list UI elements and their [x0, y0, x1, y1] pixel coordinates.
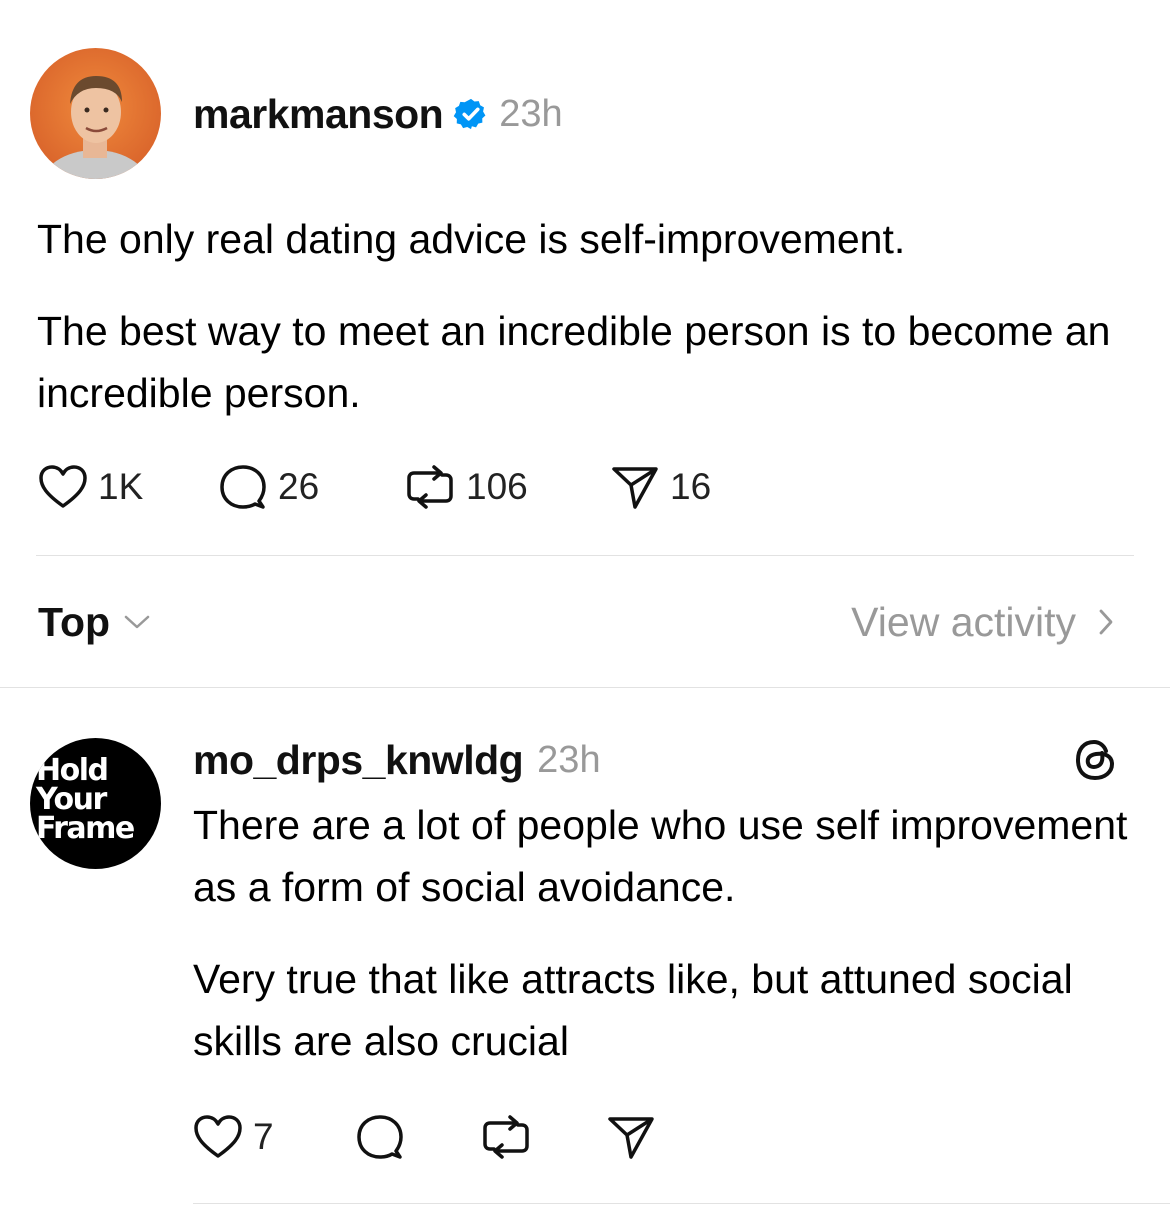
- divider: [193, 1203, 1170, 1204]
- verified-badge-icon: [453, 96, 489, 132]
- comment-button[interactable]: 26: [218, 463, 319, 511]
- sort-dropdown[interactable]: Top: [38, 596, 152, 648]
- post-body: The only real dating advice is self-impr…: [37, 208, 1137, 424]
- chevron-right-icon: [1098, 608, 1114, 636]
- reply-like-button[interactable]: 7: [193, 1113, 274, 1161]
- post-paragraph: The only real dating advice is self-impr…: [37, 216, 906, 262]
- send-icon: [608, 1117, 654, 1159]
- heart-icon: [193, 1114, 243, 1160]
- like-count: 1K: [98, 466, 144, 507]
- reply-paragraph: Very true that like attracts like, but a…: [193, 956, 1073, 1064]
- share-count: 16: [670, 466, 712, 507]
- reply-author-avatar[interactable]: Hold Your Frame: [30, 738, 161, 869]
- chevron-down-icon: [122, 612, 152, 632]
- post-username[interactable]: markmanson: [193, 91, 444, 138]
- comment-count: 26: [278, 466, 320, 507]
- post-paragraph: The best way to meet an incredible perso…: [37, 308, 1111, 416]
- sort-label: Top: [38, 598, 111, 645]
- reply-repost-button[interactable]: [480, 1113, 532, 1161]
- reply-time: 23h: [537, 738, 601, 781]
- reply-body: There are a lot of people who use self i…: [193, 794, 1133, 1072]
- avatar-text-line: Hold: [36, 753, 109, 788]
- section-divider: [0, 687, 1170, 688]
- view-activity-label: View activity: [851, 598, 1076, 645]
- avatar-text-line: Your: [36, 782, 107, 817]
- share-button[interactable]: 16: [610, 463, 711, 511]
- repost-button[interactable]: 106: [404, 463, 528, 511]
- post-time: 23h: [499, 92, 563, 135]
- divider: [36, 555, 1134, 556]
- repost-icon: [483, 1115, 529, 1159]
- avatar-text-line: Frame: [36, 811, 135, 846]
- repost-count: 106: [466, 466, 528, 507]
- reply-paragraph: There are a lot of people who use self i…: [193, 802, 1128, 910]
- view-activity-link[interactable]: View activity: [851, 596, 1114, 648]
- comment-icon: [218, 463, 268, 511]
- comment-icon: [357, 1115, 403, 1159]
- repost-icon: [404, 463, 456, 511]
- send-icon: [610, 463, 660, 511]
- post-author-avatar[interactable]: [30, 48, 161, 179]
- like-button[interactable]: 1K: [38, 463, 143, 511]
- reply-username[interactable]: mo_drps_knwldg: [193, 737, 524, 784]
- reply-like-count: 7: [253, 1116, 274, 1157]
- reply-share-button[interactable]: [606, 1113, 656, 1161]
- threads-logo-icon[interactable]: [1070, 735, 1120, 785]
- heart-icon: [38, 464, 88, 510]
- reply-comment-button[interactable]: [355, 1113, 405, 1161]
